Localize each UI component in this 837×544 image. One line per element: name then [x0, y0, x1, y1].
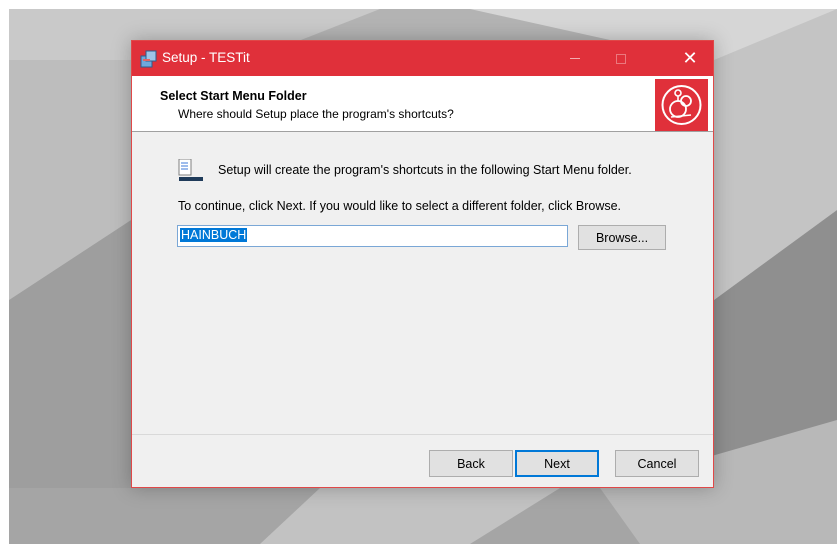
close-icon: ✕ [682, 48, 698, 68]
maximize-icon [616, 53, 626, 64]
folder-input-value: HAINBUCH [180, 228, 248, 242]
wizard-header: Select Start Menu Folder Where should Se… [132, 76, 713, 132]
maximize-button[interactable] [598, 41, 644, 76]
page-subtitle: Where should Setup place the program's s… [178, 107, 454, 121]
testit-logo-icon [655, 79, 708, 131]
start-menu-folder-input[interactable]: HAINBUCH [177, 225, 568, 247]
close-button[interactable]: ✕ [667, 41, 713, 76]
shortcut-info-text: Setup will create the program's shortcut… [218, 163, 632, 177]
cancel-button[interactable]: Cancel [615, 450, 699, 477]
title-bar[interactable]: Setup - TESTit ✕ [132, 41, 713, 76]
minimize-button[interactable] [552, 41, 598, 76]
window-title: Setup - TESTit [162, 50, 250, 65]
minimize-icon [570, 58, 580, 59]
installer-app-icon [140, 50, 157, 68]
screen-border-left [0, 0, 9, 544]
screen-border-top [0, 0, 837, 9]
start-menu-folder-icon [178, 159, 203, 181]
setup-window: Setup - TESTit ✕ Select Start Menu Folde… [131, 40, 714, 488]
browse-button[interactable]: Browse... [578, 225, 666, 250]
next-button[interactable]: Next [515, 450, 599, 477]
footer-divider [132, 434, 713, 435]
back-button[interactable]: Back [429, 450, 513, 477]
page-title: Select Start Menu Folder [160, 89, 307, 103]
continue-instructions: To continue, click Next. If you would li… [178, 199, 622, 213]
